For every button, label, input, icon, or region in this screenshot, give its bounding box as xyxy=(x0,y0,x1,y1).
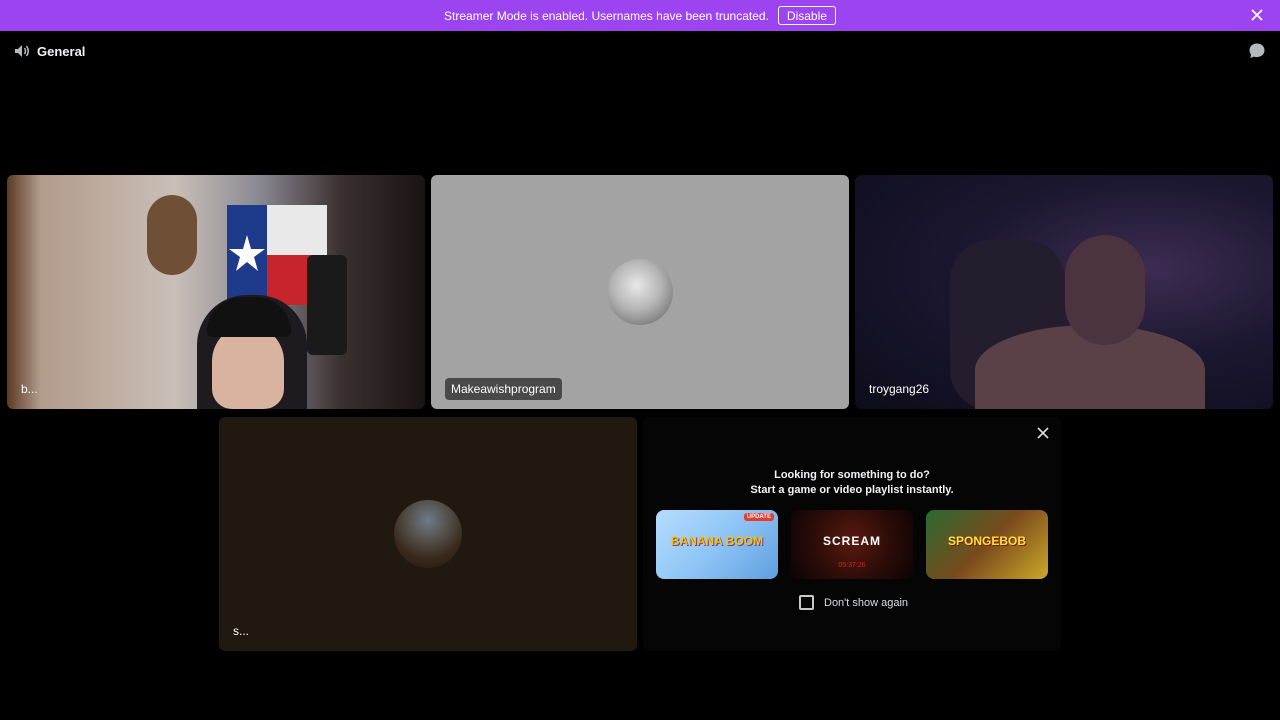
chat-bubble-icon[interactable] xyxy=(1248,42,1266,60)
suggestion-line-1: Looking for something to do? xyxy=(774,469,930,481)
checkbox[interactable] xyxy=(799,595,814,610)
activity-card-title: SPONGEBOB xyxy=(947,534,1026,548)
disable-streamer-mode-button[interactable]: Disable xyxy=(777,6,836,25)
close-icon[interactable] xyxy=(1250,8,1264,22)
activity-card-title: BANANA BOOM xyxy=(670,534,764,548)
microphone-image xyxy=(307,255,347,355)
activity-card-scream[interactable]: SCREAM 05:37:26 xyxy=(791,510,913,579)
close-icon[interactable] xyxy=(1036,426,1050,440)
participant-label: s... xyxy=(233,624,250,638)
activity-card-subtitle: 05:37:26 xyxy=(838,562,866,569)
avatar xyxy=(607,259,673,325)
video-tile[interactable]: troygang26 xyxy=(855,175,1273,409)
participant-label: b... xyxy=(21,382,38,396)
participant-label: Makeawishprogram xyxy=(445,378,562,400)
person-face xyxy=(212,325,284,409)
suggestion-line-2: Start a game or video playlist instantly… xyxy=(750,484,954,496)
activity-card-title: SCREAM xyxy=(822,534,881,548)
dont-show-again-checkbox[interactable]: Don't show again xyxy=(799,595,908,610)
suggestion-title: Looking for something to do? Start a gam… xyxy=(643,468,1061,498)
deer-mount-image xyxy=(147,195,197,275)
activity-suggestion-panel: Looking for something to do? Start a gam… xyxy=(643,417,1061,651)
streamer-mode-banner: Streamer Mode is enabled. Usernames have… xyxy=(0,0,1280,31)
video-tile[interactable]: b... xyxy=(7,175,425,409)
participant-label: troygang26 xyxy=(869,382,930,396)
avatar xyxy=(394,500,462,568)
activity-card-banana-boom[interactable]: UPDATE BANANA BOOM xyxy=(656,510,778,579)
person-face xyxy=(1065,235,1145,345)
speaker-icon xyxy=(15,45,29,57)
dont-show-again-label: Don't show again xyxy=(824,596,909,609)
video-tile[interactable]: Makeawishprogram xyxy=(431,175,849,409)
activity-card-spongebob[interactable]: SPONGEBOB xyxy=(926,510,1048,579)
banner-message: Streamer Mode is enabled. Usernames have… xyxy=(444,8,769,23)
activity-cards: UPDATE BANANA BOOM SCREAM 05:37:26 SPONG… xyxy=(656,510,1048,579)
video-tile[interactable]: s... xyxy=(219,417,637,651)
channel-header: General xyxy=(14,41,85,61)
channel-name: General xyxy=(37,43,86,59)
update-badge: UPDATE xyxy=(743,513,774,521)
